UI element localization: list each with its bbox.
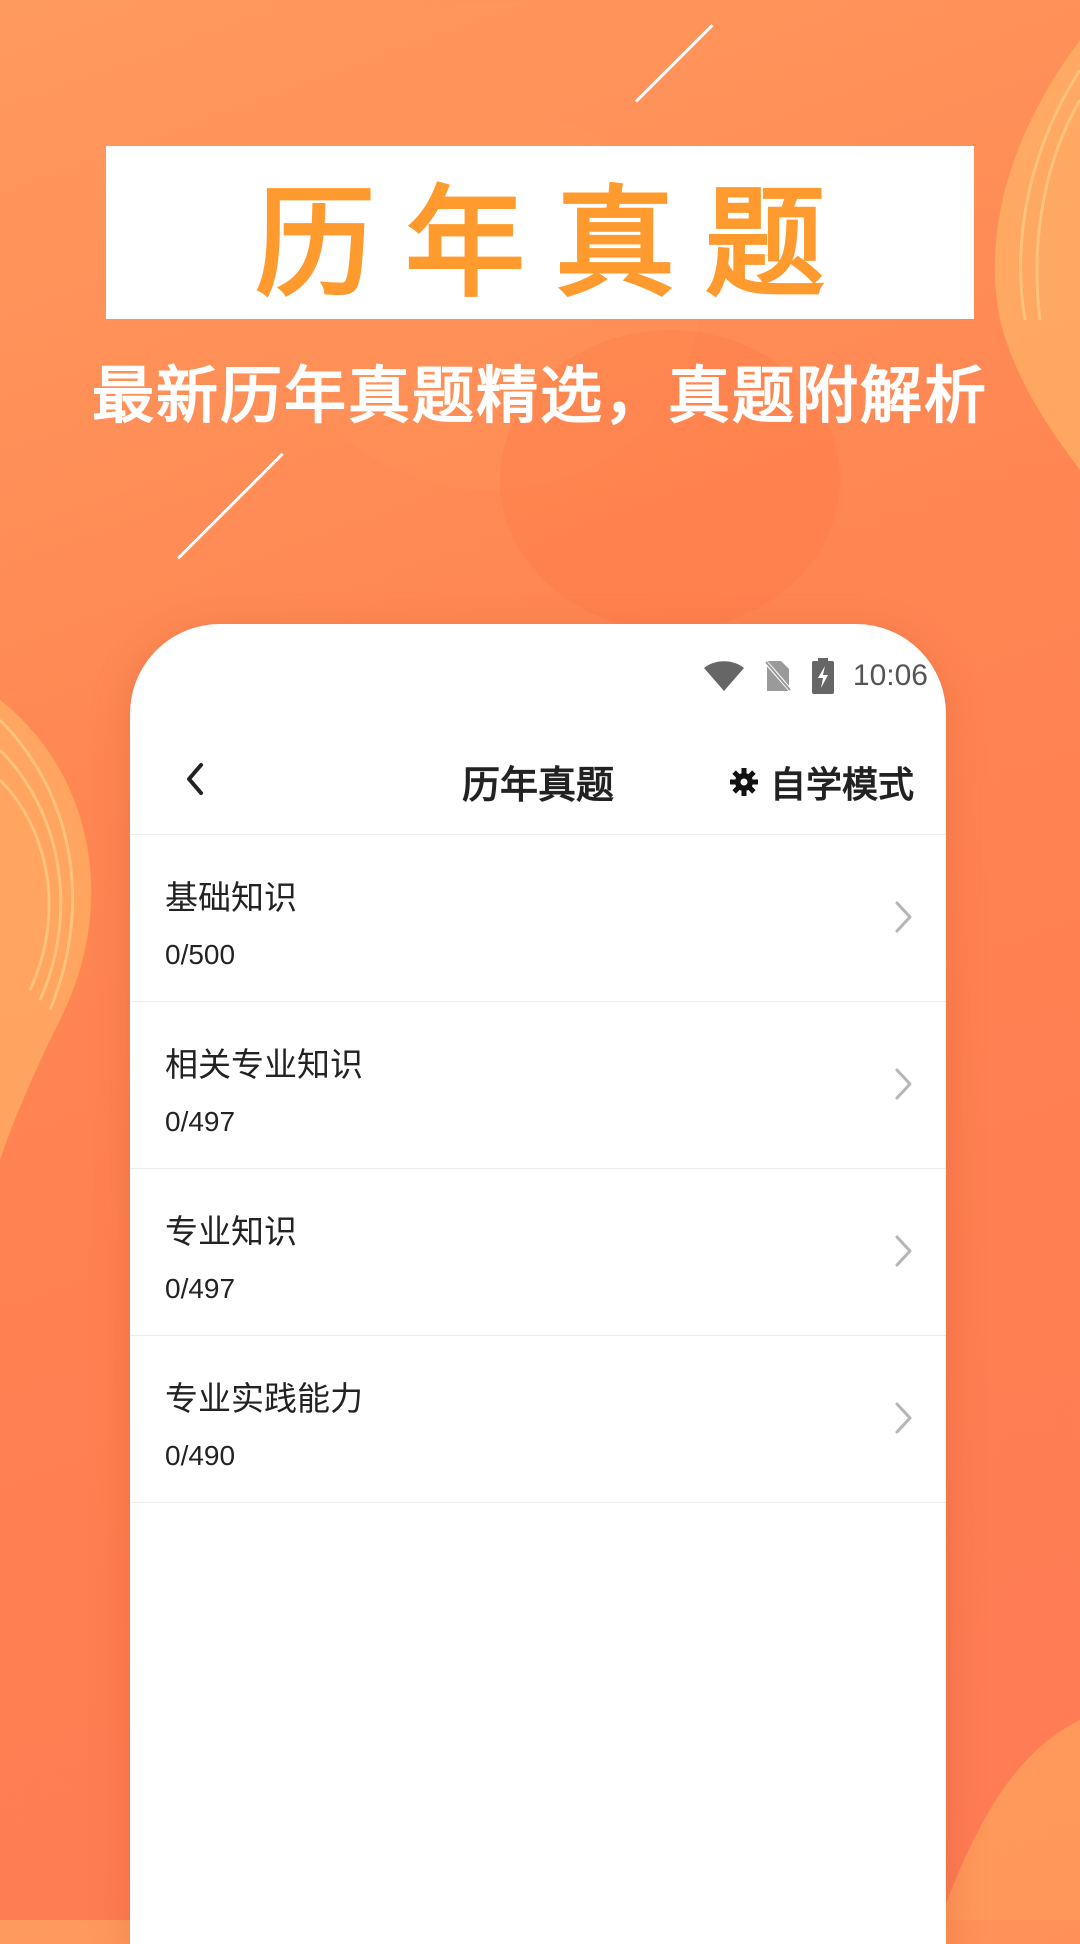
nav-bar: 历年真题 自学模式: [130, 724, 946, 835]
list-item[interactable]: 专业实践能力 0/490: [130, 1336, 946, 1503]
chevron-right-icon: [895, 1068, 912, 1100]
status-bar: 10:06: [703, 654, 928, 698]
phone-screen: 10:06 历年真题 自学模式 基础知识 0/500 相关专业知识 0/497 …: [130, 624, 946, 1944]
list-item-progress: 0/500: [165, 939, 236, 970]
list-item[interactable]: 专业知识 0/497: [130, 1169, 946, 1336]
list-item-title: 专业知识: [165, 1212, 297, 1251]
list-item[interactable]: 相关专业知识 0/497: [130, 1002, 946, 1169]
chevron-right-icon: [895, 1402, 912, 1434]
list-item[interactable]: 基础知识 0/500: [130, 835, 946, 1002]
gear-icon: [729, 768, 758, 796]
list-item-title: 专业实践能力: [165, 1379, 363, 1418]
promo-subtitle: 最新历年真题精选，真题附解析: [91, 359, 988, 432]
chevron-right-icon: [895, 1235, 912, 1267]
headline-banner: 历年真题: [106, 146, 974, 319]
self-study-mode-label: 自学模式: [769, 765, 914, 806]
chevron-right-icon: [895, 901, 912, 933]
exam-category-list: 基础知识 0/500 相关专业知识 0/497 专业知识 0/497 专业实践能…: [130, 835, 946, 1503]
status-time: 10:06: [852, 659, 928, 692]
battery-charging-icon: [811, 658, 834, 694]
headline-title: 历年真题: [255, 174, 855, 314]
decorative-line: [634, 24, 714, 103]
list-item-title: 相关专业知识: [165, 1045, 363, 1084]
list-item-progress: 0/490: [165, 1440, 236, 1471]
list-item-title: 基础知识: [165, 878, 297, 917]
decorative-line: [176, 452, 284, 560]
self-study-mode-button[interactable]: 自学模式: [729, 756, 914, 808]
list-item-progress: 0/497: [165, 1273, 236, 1304]
list-item-progress: 0/497: [165, 1106, 236, 1137]
no-sim-icon: [762, 659, 793, 693]
wifi-icon: [703, 661, 744, 691]
background-wave-bottom-right: [940, 1720, 1080, 1920]
background-wave-left: [0, 700, 92, 1160]
